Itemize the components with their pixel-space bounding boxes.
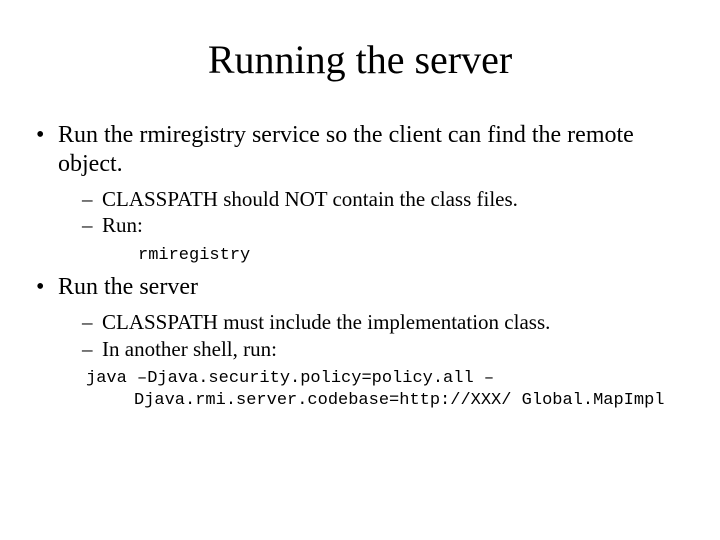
list-item: Run:	[82, 212, 690, 239]
list-item: Run the rmiregistry service so the clien…	[30, 121, 690, 267]
sub-list: CLASSPATH must include the implementatio…	[58, 309, 690, 363]
list-item: In another shell, run:	[82, 336, 690, 363]
list-item: CLASSPATH must include the implementatio…	[82, 309, 690, 336]
sub-bullet-text: CLASSPATH should NOT contain the class f…	[102, 187, 518, 211]
sub-bullet-text: Run:	[102, 213, 143, 237]
bullet-text: Run the server	[58, 274, 198, 300]
sub-list: CLASSPATH should NOT contain the class f…	[58, 186, 690, 240]
code-block: java –Djava.security.policy=policy.all –…	[58, 368, 690, 412]
list-item: Run the server CLASSPATH must include th…	[30, 273, 690, 412]
code-block: rmiregistry	[58, 245, 690, 267]
bullet-list: Run the rmiregistry service so the clien…	[30, 121, 690, 413]
bullet-text: Run the rmiregistry service so the clien…	[58, 122, 634, 177]
sub-bullet-text: In another shell, run:	[102, 337, 277, 361]
list-item: CLASSPATH should NOT contain the class f…	[82, 186, 690, 213]
slide-title: Running the server	[30, 36, 690, 83]
sub-bullet-text: CLASSPATH must include the implementatio…	[102, 310, 550, 334]
